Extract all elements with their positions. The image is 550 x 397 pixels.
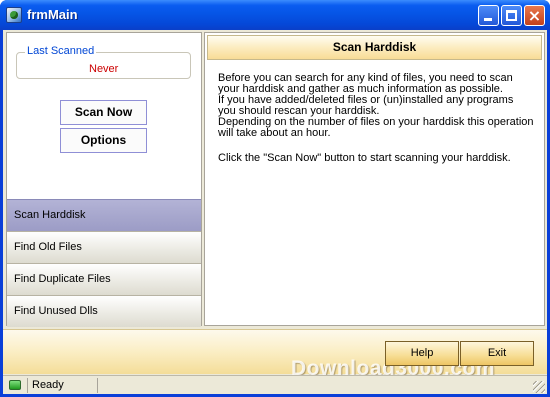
status-bar: Ready bbox=[3, 375, 547, 394]
nav-item-find-unused-dlls[interactable]: Find Unused Dlls bbox=[7, 295, 201, 327]
options-button[interactable]: Options bbox=[60, 128, 147, 153]
content-description: Before you can search for any kind of fi… bbox=[218, 73, 538, 164]
exit-button[interactable]: Exit bbox=[460, 341, 534, 366]
sidebar-actions: Last Scanned Never Scan Now Options bbox=[7, 33, 201, 199]
description-spacer bbox=[218, 139, 538, 153]
status-text: Ready bbox=[32, 379, 64, 391]
content-panel: Scan Harddisk Before you can search for … bbox=[204, 32, 545, 326]
nav-item-find-old-files[interactable]: Find Old Files bbox=[7, 231, 201, 263]
status-divider bbox=[97, 378, 98, 393]
maximize-button[interactable] bbox=[501, 5, 522, 26]
resize-grip-icon[interactable] bbox=[533, 381, 545, 393]
maximize-icon bbox=[506, 10, 517, 21]
last-scanned-label: Last Scanned bbox=[25, 45, 97, 57]
close-icon: × bbox=[527, 6, 542, 25]
window-title: frmMain bbox=[27, 7, 78, 22]
last-scanned-value: Never bbox=[89, 63, 119, 75]
nav-item-find-duplicate-files[interactable]: Find Duplicate Files bbox=[7, 263, 201, 295]
app-window: frmMain × Last Scanned Never Scan Now Op… bbox=[0, 0, 550, 397]
description-line: Click the "Scan Now" button to start sca… bbox=[218, 152, 511, 164]
status-divider bbox=[27, 378, 28, 393]
scan-now-button[interactable]: Scan Now bbox=[60, 100, 147, 125]
minimize-icon bbox=[484, 18, 492, 21]
last-scanned-group: Last Scanned Never bbox=[16, 45, 191, 79]
sidebar: Last Scanned Never Scan Now Options Scan… bbox=[6, 32, 202, 327]
client-area: Last Scanned Never Scan Now Options Scan… bbox=[3, 30, 547, 394]
help-button[interactable]: Help bbox=[385, 341, 459, 366]
title-bar[interactable]: frmMain × bbox=[0, 0, 550, 30]
button-bar: Download3000.com Help Exit bbox=[3, 329, 547, 380]
close-button[interactable]: × bbox=[524, 5, 545, 26]
nav-item-scan-harddisk[interactable]: Scan Harddisk bbox=[7, 199, 201, 231]
app-icon[interactable] bbox=[6, 7, 22, 23]
content-title: Scan Harddisk bbox=[207, 35, 542, 60]
minimize-button[interactable] bbox=[478, 5, 499, 26]
status-indicator-icon bbox=[9, 380, 21, 390]
description-line: will take about an hour. bbox=[218, 127, 331, 139]
